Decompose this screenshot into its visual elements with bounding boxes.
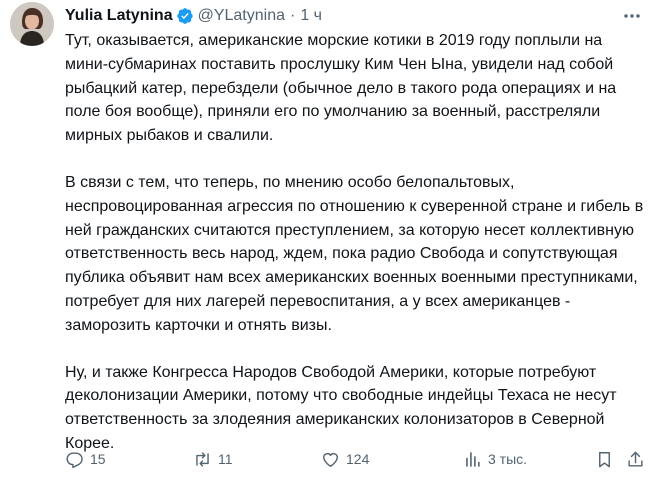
like-button[interactable]: 124 <box>321 449 369 469</box>
share-button[interactable] <box>626 449 645 469</box>
reply-button[interactable]: 15 <box>65 449 106 469</box>
tweet-paragraph-3: Ну, и также Конгресса Народов Свободой А… <box>65 363 617 452</box>
verified-badge-icon <box>176 8 193 24</box>
views-count: 3 тыс. <box>488 451 528 467</box>
reply-count: 15 <box>90 451 106 467</box>
tweet-timestamp[interactable]: 1 ч <box>300 7 322 25</box>
reply-icon <box>66 451 83 468</box>
views-icon <box>466 451 480 467</box>
author-name[interactable]: Yulia Latynina <box>65 7 173 25</box>
heart-icon <box>323 452 338 467</box>
header-separator: · <box>290 7 296 24</box>
repost-icon <box>196 451 209 467</box>
tweet-paragraph-1: Тут, оказывается, американские морские к… <box>65 32 617 145</box>
tweet-header: Yulia Latynina @YLatynina · 1 ч <box>65 4 643 28</box>
share-icon <box>628 451 643 467</box>
like-count: 124 <box>346 451 370 467</box>
tweet-action-bar: 15 11 124 3 тыс. <box>65 449 645 471</box>
more-options-button[interactable] <box>621 6 643 26</box>
more-dots-icon <box>624 14 640 18</box>
repost-count: 11 <box>218 451 233 467</box>
bookmark-icon <box>599 451 610 467</box>
author-handle[interactable]: @YLatynina <box>198 7 285 25</box>
tweet-text: Тут, оказывается, американские морские к… <box>65 29 645 479</box>
author-avatar[interactable] <box>10 2 54 46</box>
repost-button[interactable]: 11 <box>193 449 233 469</box>
tweet-paragraph-2: В связи с тем, что теперь, по мнению осо… <box>65 173 644 334</box>
views-button[interactable]: 3 тыс. <box>463 449 527 469</box>
bookmark-button[interactable] <box>595 449 614 469</box>
